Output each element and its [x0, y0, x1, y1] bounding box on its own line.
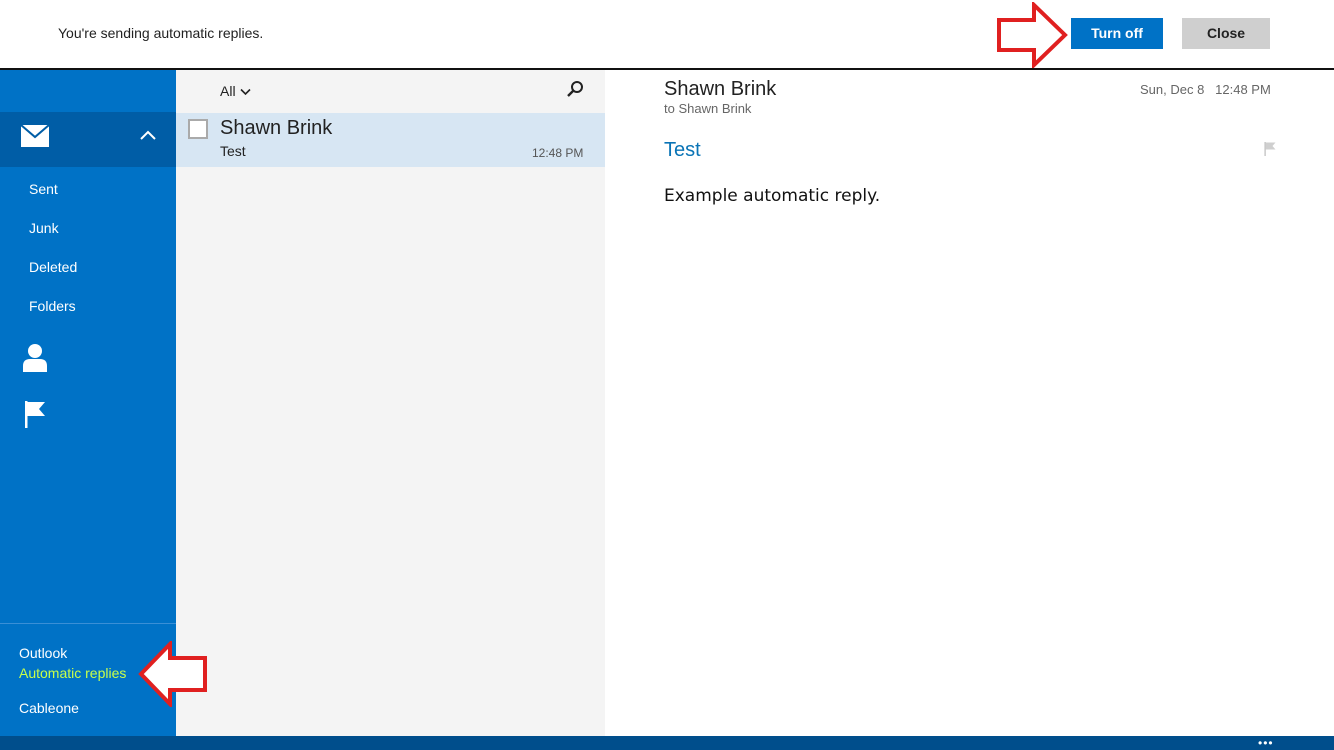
- notification-message: You're sending automatic replies.: [58, 25, 264, 41]
- annotation-arrow-left-icon: [138, 641, 207, 707]
- app-bar: •••: [0, 736, 1334, 750]
- mail-icon: [21, 125, 49, 147]
- sidebar-mail-header[interactable]: [0, 112, 176, 167]
- close-button[interactable]: Close: [1182, 18, 1270, 49]
- sidebar-item-folders[interactable]: Folders: [29, 298, 76, 314]
- sidebar-divider: [0, 623, 176, 624]
- more-options-icon[interactable]: •••: [1258, 737, 1274, 749]
- filter-dropdown[interactable]: All: [220, 83, 251, 99]
- chevron-up-icon[interactable]: [140, 129, 156, 141]
- account-outlook[interactable]: Outlook: [19, 645, 67, 661]
- sidebar-item-deleted[interactable]: Deleted: [29, 259, 77, 275]
- chevron-down-icon: [239, 89, 251, 96]
- sidebar-item-sent[interactable]: Sent: [29, 181, 58, 197]
- message-checkbox[interactable]: [188, 119, 208, 139]
- message-time: 12:48 PM: [532, 146, 584, 160]
- email-sender[interactable]: Shawn Brink: [664, 78, 776, 101]
- sidebar-item-junk[interactable]: Junk: [29, 220, 59, 236]
- message-list: All Shawn Brink Test 12:48 PM: [176, 70, 605, 736]
- list-item[interactable]: Shawn Brink Test 12:48 PM: [176, 113, 605, 167]
- email-subject: Test: [664, 139, 701, 161]
- turn-off-button[interactable]: Turn off: [1071, 18, 1163, 49]
- flag-icon[interactable]: [1264, 142, 1276, 156]
- email-date: Sun, Dec 8 12:48 PM: [1140, 82, 1271, 97]
- people-icon[interactable]: [22, 342, 48, 372]
- email-recipient: to Shawn Brink: [664, 101, 752, 116]
- reading-pane: Shawn Brink to Shawn Brink Sun, Dec 8 12…: [605, 70, 1334, 736]
- search-icon[interactable]: [566, 80, 584, 98]
- email-body: Example automatic reply.: [664, 186, 881, 206]
- message-sender: Shawn Brink: [220, 117, 333, 139]
- account-cableone[interactable]: Cableone: [19, 700, 79, 716]
- flag-icon[interactable]: [24, 400, 46, 428]
- automatic-replies-notification-bar: You're sending automatic replies. Turn o…: [0, 0, 1334, 68]
- filter-label: All: [220, 83, 236, 99]
- message-subject: Test: [220, 143, 246, 159]
- automatic-replies-link[interactable]: Automatic replies: [19, 665, 126, 681]
- annotation-arrow-right-icon: [997, 2, 1068, 68]
- sidebar: Sent Junk Deleted Folders Outlook Automa…: [0, 70, 176, 736]
